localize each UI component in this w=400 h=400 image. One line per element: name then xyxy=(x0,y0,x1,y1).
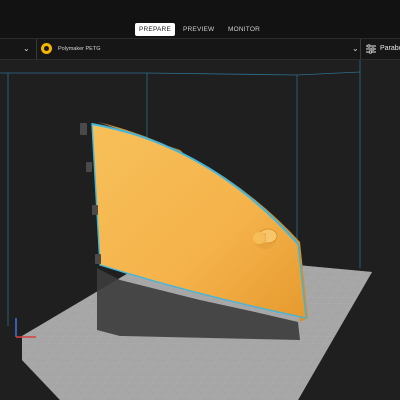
material-toolbar: ⌄ Polymaker PETG ⌄ Parabola xyxy=(0,38,400,60)
chevron-down-icon[interactable]: ⌄ xyxy=(23,44,30,54)
divider xyxy=(360,39,361,59)
printer-profile-selector[interactable]: Parabola xyxy=(380,44,400,54)
scene-canvas xyxy=(0,60,372,400)
3d-viewport[interactable] xyxy=(0,60,400,400)
sliders-icon[interactable] xyxy=(366,44,376,54)
divider xyxy=(36,39,37,59)
material-selector[interactable]: Polymaker PETG xyxy=(58,45,100,53)
slicer-window: PREPARE PREVIEW MONITOR ⌄ Polymaker PETG… xyxy=(0,0,400,400)
filament-spool-icon xyxy=(41,43,52,54)
top-tab-bar: PREPARE PREVIEW MONITOR xyxy=(0,0,400,38)
tab-prepare[interactable]: PREPARE xyxy=(135,23,175,36)
tab-preview[interactable]: PREVIEW xyxy=(183,23,214,36)
view-tabs: PREPARE PREVIEW MONITOR xyxy=(0,23,400,37)
tab-monitor[interactable]: MONITOR xyxy=(227,23,261,36)
chevron-down-icon[interactable]: ⌄ xyxy=(352,44,359,54)
